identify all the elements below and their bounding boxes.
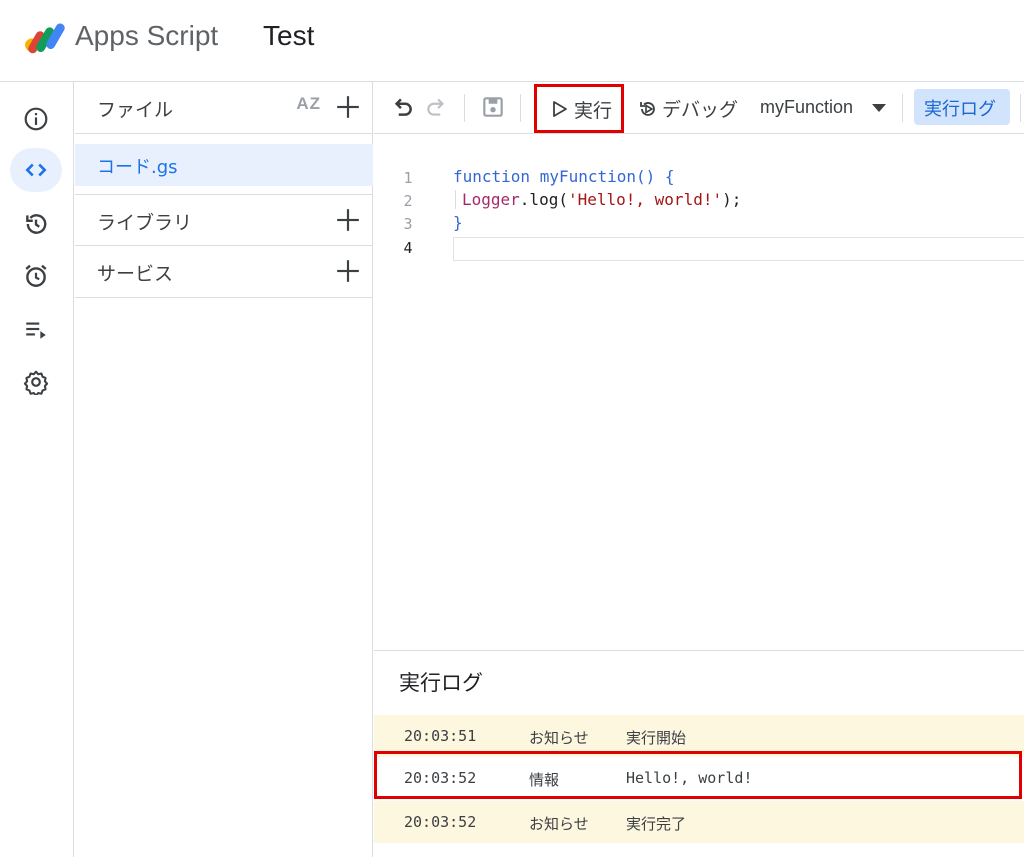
info-icon	[24, 107, 48, 131]
overview-button[interactable]	[10, 97, 62, 141]
function-select[interactable]: myFunction	[760, 97, 853, 118]
log-time: 20:03:51	[404, 727, 477, 745]
executions-button[interactable]	[10, 307, 62, 351]
execution-log-label: 実行ログ	[924, 99, 996, 120]
libraries-row: ライブラリ	[75, 194, 373, 246]
save-icon[interactable]	[480, 94, 506, 120]
files-panel: ファイル AZ コード.gs ライブラリ サービス	[75, 82, 373, 857]
highlight-box	[374, 751, 1022, 799]
run-button[interactable]: 実行	[534, 84, 624, 133]
line-number: 1	[403, 169, 413, 187]
toolbar-divider	[1020, 94, 1021, 122]
log-message: 実行開始	[626, 729, 687, 747]
toolbar-divider	[464, 94, 465, 122]
add-service-icon[interactable]	[335, 258, 361, 284]
app-name: Apps Script	[75, 20, 219, 51]
triggers-button[interactable]	[10, 254, 62, 298]
log-level: お知らせ	[529, 815, 589, 833]
project-settings-button[interactable]	[10, 360, 62, 404]
logger-object: Logger	[462, 190, 520, 209]
line-number: 2	[403, 192, 413, 210]
editor-button[interactable]	[10, 148, 62, 192]
log-panel-title: 実行ログ	[399, 671, 483, 695]
file-item-code-gs[interactable]: コード.gs	[75, 144, 373, 186]
history-icon	[26, 214, 47, 234]
keyword-function: function	[453, 167, 531, 186]
settings-icon	[23, 370, 49, 395]
undo-icon[interactable]	[389, 94, 415, 120]
services-row: サービス	[75, 246, 373, 298]
apps-script-logo[interactable]	[24, 22, 66, 56]
dropdown-caret-icon[interactable]	[872, 104, 886, 112]
execution-log-panel: 実行ログ 20:03:51 お知らせ 実行開始 20:03:52 情報 Hell…	[374, 650, 1024, 857]
call-end: );	[722, 190, 742, 209]
function-signature: myFunction() {	[530, 167, 675, 186]
code-editor[interactable]: 1 2 3 4 function myFunction() { Logger.l…	[374, 135, 1024, 650]
toolbar-divider	[520, 94, 521, 122]
editor-toolbar: 実行 デバッグ myFunction 実行ログ	[374, 82, 1024, 134]
redo-icon[interactable]	[424, 94, 450, 120]
toolbar-divider	[902, 94, 903, 122]
debug-label: デバッグ	[662, 99, 739, 121]
line-number: 3	[403, 215, 413, 233]
project-name[interactable]: Test	[263, 20, 314, 52]
left-rail	[0, 82, 74, 857]
alarm-icon	[25, 264, 47, 287]
app-header: Apps Script Test	[0, 0, 1024, 82]
executions-icon	[26, 322, 46, 339]
current-line-highlight	[453, 237, 1024, 261]
versions-button[interactable]	[10, 202, 62, 246]
libraries-label: ライブラリ	[97, 212, 193, 234]
files-header: ファイル AZ	[75, 82, 373, 134]
log-call: .log(	[519, 190, 568, 209]
string-literal: 'Hello!, world!'	[567, 190, 723, 209]
code-icon	[25, 163, 47, 177]
code-line-1: function myFunction() {	[453, 167, 675, 186]
run-label: 実行	[574, 100, 613, 122]
sort-az-icon[interactable]: AZ	[296, 94, 321, 114]
line-number: 4	[403, 239, 413, 257]
files-label: ファイル	[97, 99, 174, 121]
log-time: 20:03:52	[404, 813, 477, 831]
log-message: 実行完了	[626, 815, 687, 833]
add-file-icon[interactable]	[335, 94, 361, 120]
log-row: 20:03:52 お知らせ 実行完了	[374, 801, 1024, 843]
file-name: コード.gs	[97, 157, 178, 178]
debug-icon	[640, 102, 655, 116]
code-line-2: Logger.log('Hello!, world!');	[455, 190, 741, 209]
code-line-3: }	[453, 213, 463, 232]
add-library-icon[interactable]	[335, 207, 361, 233]
execution-log-button[interactable]: 実行ログ	[914, 89, 1010, 125]
services-label: サービス	[97, 263, 174, 285]
log-level: お知らせ	[529, 729, 589, 747]
play-icon	[553, 101, 567, 117]
